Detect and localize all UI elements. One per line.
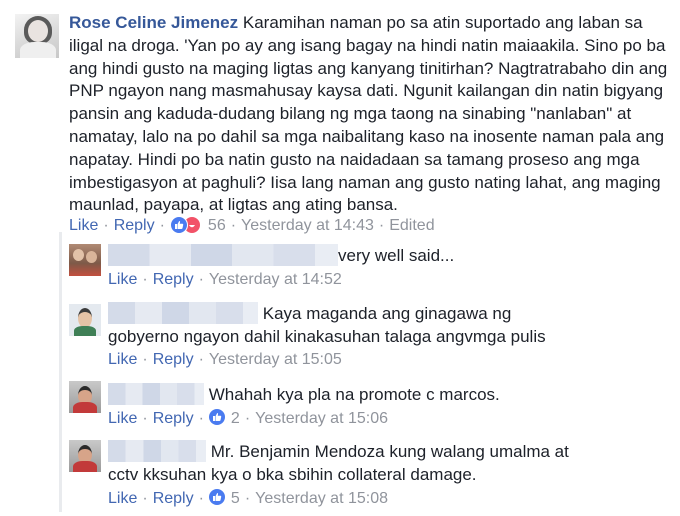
- reply-body: very well said...: [108, 244, 548, 268]
- reply-link[interactable]: Reply: [114, 217, 155, 234]
- timestamp[interactable]: Yesterday at 14:43: [241, 217, 374, 234]
- avatar[interactable]: [15, 14, 59, 58]
- reaction-count[interactable]: 56: [208, 217, 226, 234]
- reply-body: Whahah kya pla na promote c marcos.: [108, 383, 608, 407]
- edited-label[interactable]: Edited: [389, 217, 434, 234]
- reply-link[interactable]: Reply: [153, 410, 194, 427]
- like-link[interactable]: Like: [108, 351, 137, 368]
- reply-link[interactable]: Reply: [153, 490, 194, 507]
- like-link[interactable]: Like: [108, 490, 137, 507]
- reaction-count[interactable]: 2: [231, 410, 240, 427]
- reply-text: very well said...: [338, 246, 455, 265]
- like-reaction-icon[interactable]: [208, 489, 225, 505]
- reply-body: Mr. Benjamin Mendoza kung walang umalma …: [108, 440, 598, 487]
- timestamp[interactable]: Yesterday at 15:08: [255, 490, 388, 507]
- redacted-author-name[interactable]: [108, 440, 206, 462]
- like-reaction-icon: [169, 216, 188, 234]
- reply-actions: Like · Reply · 5 · Yesterday at 15:08: [108, 489, 388, 507]
- like-link[interactable]: Like: [108, 271, 137, 288]
- reply-actions: Like · Reply · Yesterday at 15:05: [108, 351, 342, 368]
- avatar[interactable]: [69, 244, 101, 276]
- main-comment-body: Rose Celine Jimenez Karamihan naman po s…: [69, 12, 669, 217]
- timestamp[interactable]: Yesterday at 15:05: [209, 351, 342, 368]
- comment-author[interactable]: Rose Celine Jimenez: [69, 13, 238, 32]
- avatar-face: [28, 20, 48, 42]
- reply-link[interactable]: Reply: [153, 351, 194, 368]
- avatar-body: [20, 42, 56, 58]
- like-link[interactable]: Like: [108, 410, 137, 427]
- reactions-icons[interactable]: [169, 216, 204, 234]
- comment-actions: Like · Reply · 56 · Yesterday at 14:43 · Edited: [69, 216, 435, 234]
- reaction-count[interactable]: 5: [231, 490, 240, 507]
- avatar[interactable]: [69, 381, 101, 413]
- redacted-author-name[interactable]: [108, 244, 338, 266]
- avatar[interactable]: [69, 304, 101, 336]
- redacted-author-name[interactable]: [108, 302, 258, 324]
- comment-text: Karamihan naman po sa atin suportado ang…: [69, 13, 668, 215]
- reply-thread-line: [59, 232, 62, 512]
- reply-actions: Like · Reply · 2 · Yesterday at 15:06: [108, 409, 388, 427]
- timestamp[interactable]: Yesterday at 15:06: [255, 410, 388, 427]
- like-link[interactable]: Like: [69, 217, 98, 234]
- timestamp[interactable]: Yesterday at 14:52: [209, 271, 342, 288]
- avatar[interactable]: [69, 440, 101, 472]
- like-reaction-icon[interactable]: [208, 409, 225, 425]
- reply-actions: Like · Reply · Yesterday at 14:52: [108, 271, 342, 288]
- reply-text: Whahah kya pla na promote c marcos.: [208, 385, 500, 404]
- reply-link[interactable]: Reply: [153, 271, 194, 288]
- reply-body: Kaya maganda ang ginagawa ng gobyerno ng…: [108, 302, 578, 349]
- redacted-author-name[interactable]: [108, 383, 204, 405]
